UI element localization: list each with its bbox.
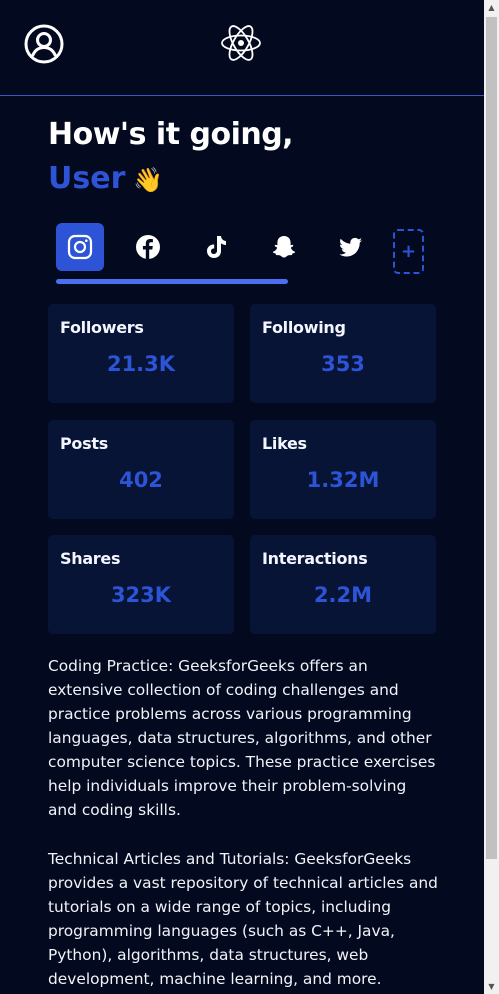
facebook-icon [136, 235, 160, 259]
paragraph-technical-articles: Technical Articles and Tutorials: Geeksf… [48, 850, 438, 988]
user-name: User [48, 161, 126, 196]
greeting-title: How's it going, [48, 117, 294, 152]
stat-value: 323K [110, 583, 172, 607]
vertical-scrollbar[interactable]: ▲ ▼ [484, 0, 499, 994]
stat-label: Shares [60, 549, 121, 568]
scrollbar-thumb[interactable] [486, 17, 497, 859]
stat-card-interactions: Interactions 2.2M [250, 535, 436, 634]
instagram-icon [67, 234, 93, 260]
twitter-icon [339, 237, 362, 257]
stat-card-likes: Likes 1.32M [250, 420, 436, 519]
stat-label: Followers [60, 318, 144, 337]
stat-card-posts: Posts 402 [48, 420, 234, 519]
greeting-name-line: User 👋 [48, 160, 293, 199]
stat-card-followers: Followers 21.3K [48, 304, 234, 403]
tab-snapchat[interactable] [260, 223, 308, 271]
stat-label: Interactions [262, 549, 368, 568]
stat-value: 1.32M [306, 468, 380, 492]
paragraph-coding-practice: Coding Practice: GeeksforGeeks offers an… [48, 657, 436, 819]
stat-value: 402 [119, 468, 163, 492]
tab-tiktok[interactable] [192, 223, 240, 271]
react-atom-icon [221, 25, 261, 61]
stat-label: Posts [60, 434, 108, 453]
active-tab-indicator [56, 279, 288, 284]
user-circle-icon [24, 24, 64, 64]
greeting: How's it going, User 👋 [48, 116, 294, 199]
scroll-down-arrow-icon[interactable]: ▼ [484, 979, 499, 994]
page: How's it going, User 👋 + Followers 21.3K… [0, 0, 484, 994]
social-tabs: + [48, 222, 438, 286]
tiktok-icon [207, 236, 226, 258]
top-bar [0, 0, 484, 96]
stat-label: Likes [262, 434, 307, 453]
scroll-up-arrow-icon[interactable]: ▲ [484, 0, 499, 15]
react-logo [220, 22, 262, 64]
tab-twitter[interactable] [327, 223, 375, 271]
stat-value: 353 [321, 352, 365, 376]
waving-hand-emoji: 👋 [133, 166, 164, 194]
stat-label: Following [262, 318, 346, 337]
profile-button[interactable] [24, 24, 64, 64]
add-account-button[interactable]: + [393, 229, 424, 274]
stat-value: 2.2M [313, 583, 373, 607]
stat-card-following: Following 353 [250, 304, 436, 403]
stat-value: 21.3K [106, 352, 176, 376]
tab-instagram[interactable] [56, 223, 104, 271]
stat-card-shares: Shares 323K [48, 535, 234, 634]
snapchat-icon [272, 236, 296, 258]
tab-facebook[interactable] [124, 223, 172, 271]
